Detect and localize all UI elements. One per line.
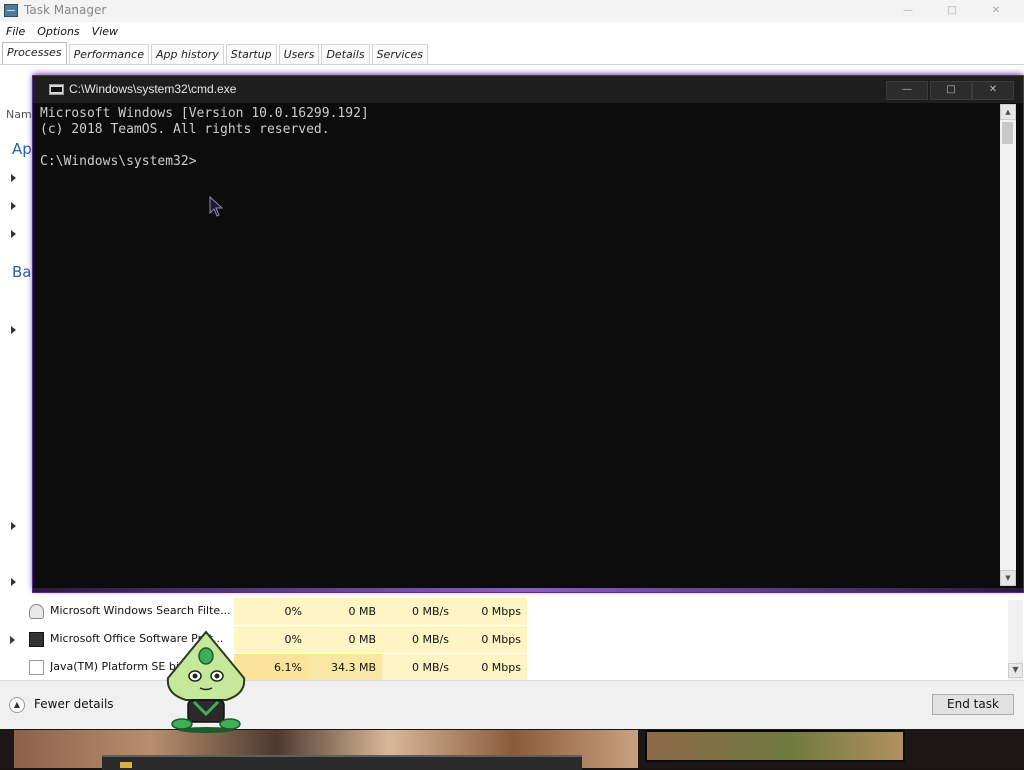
scroll-up-button[interactable]: ▲ [1000, 104, 1016, 120]
tab-strip: Processes Performance App history Startu… [2, 42, 430, 65]
task-manager-icon [4, 4, 18, 17]
cpu-cell: 0% [234, 598, 308, 625]
expand-arrow-icon[interactable] [11, 522, 16, 530]
memory-cell: 0 MB [308, 598, 382, 625]
cmd-title-bar[interactable]: C:\Windows\system32\cmd.exe — □ ✕ [33, 76, 1023, 103]
section-apps-heading: Ap [12, 140, 32, 158]
scroll-down-button[interactable]: ▼ [1000, 570, 1016, 586]
minimize-button[interactable]: — [886, 2, 930, 20]
cmd-vertical-scrollbar[interactable]: ▲ ▼ [1000, 104, 1016, 586]
scroll-thumb[interactable] [1002, 122, 1013, 144]
console-icon [49, 84, 64, 95]
menu-view[interactable]: View [86, 23, 118, 41]
maximize-button[interactable]: □ [930, 2, 974, 20]
table-row[interactable]: Microsoft Windows Search Filte... 0% 0 M… [0, 598, 1008, 625]
tab-performance[interactable]: Performance [68, 44, 149, 65]
title-bar[interactable]: Task Manager — □ ✕ [0, 0, 1024, 22]
footer-bar: ▲ Fewer details End task [0, 680, 1024, 729]
close-button[interactable]: ✕ [972, 81, 1014, 100]
network-cell: 0 Mbps [455, 654, 527, 681]
process-name: Microsoft Windows Search Filte... [50, 604, 230, 617]
console-line: (c) 2018 TeamOS. All rights reserved. [40, 122, 330, 137]
end-task-button[interactable]: End task [932, 694, 1014, 715]
fewer-details-link[interactable]: Fewer details [34, 697, 114, 711]
window-title: Task Manager [24, 3, 107, 17]
tab-users[interactable]: Users [278, 44, 320, 65]
cmd-window: C:\Windows\system32\cmd.exe — □ ✕ Micros… [33, 76, 1023, 592]
java-icon [29, 660, 44, 675]
network-cell: 0 Mbps [455, 626, 527, 653]
memory-cell: 34.3 MB [308, 654, 382, 681]
table-row[interactable]: Microsoft Office Software Prot... 0% 0 M… [0, 626, 1008, 653]
console-line: Microsoft Windows [Version 10.0.16299.19… [40, 106, 369, 121]
window-accent-border [33, 588, 1023, 592]
tab-app-history[interactable]: App history [150, 44, 224, 65]
expand-arrow-icon[interactable] [10, 636, 15, 644]
console-output[interactable]: Microsoft Windows [Version 10.0.16299.19… [37, 104, 999, 586]
expand-arrow-icon[interactable] [11, 326, 16, 334]
tab-details[interactable]: Details [321, 44, 370, 65]
maximize-button[interactable]: □ [930, 81, 972, 100]
mouse-pointer-icon [209, 196, 224, 217]
disk-cell: 0 MB/s [382, 654, 455, 681]
network-cell: 0 Mbps [455, 598, 527, 625]
tab-startup[interactable]: Startup [225, 44, 277, 65]
console-prompt[interactable]: C:\Windows\system32> [40, 154, 197, 170]
tab-divider [0, 64, 1024, 65]
expand-arrow-icon[interactable] [11, 202, 16, 210]
tab-processes[interactable]: Processes [2, 42, 67, 65]
expand-arrow-icon[interactable] [11, 578, 16, 586]
close-button[interactable]: ✕ [974, 2, 1018, 20]
memory-cell: 0 MB [308, 626, 382, 653]
office-icon [29, 632, 44, 647]
mascot-character-image [166, 630, 246, 733]
disk-cell: 0 MB/s [382, 626, 455, 653]
expand-arrow-icon[interactable] [11, 230, 16, 238]
chevron-up-icon[interactable]: ▲ [9, 697, 25, 713]
user-icon [29, 604, 44, 619]
wallpaper-image-right [645, 730, 905, 762]
cmd-window-title: C:\Windows\system32\cmd.exe [69, 82, 237, 96]
menu-file[interactable]: File [0, 23, 25, 41]
tab-services[interactable]: Services [371, 44, 428, 65]
disk-cell: 0 MB/s [382, 598, 455, 625]
menu-options[interactable]: Options [31, 23, 79, 41]
expand-arrow-icon[interactable] [11, 174, 16, 182]
folder-icon [120, 762, 132, 768]
menu-bar: File Options View [0, 23, 124, 41]
minimize-button[interactable]: — [886, 81, 928, 100]
table-row[interactable]: Java(TM) Platform SE binary 6.1% 34.3 MB… [0, 654, 1008, 681]
scroll-down-button[interactable]: ▼ [1008, 663, 1023, 678]
